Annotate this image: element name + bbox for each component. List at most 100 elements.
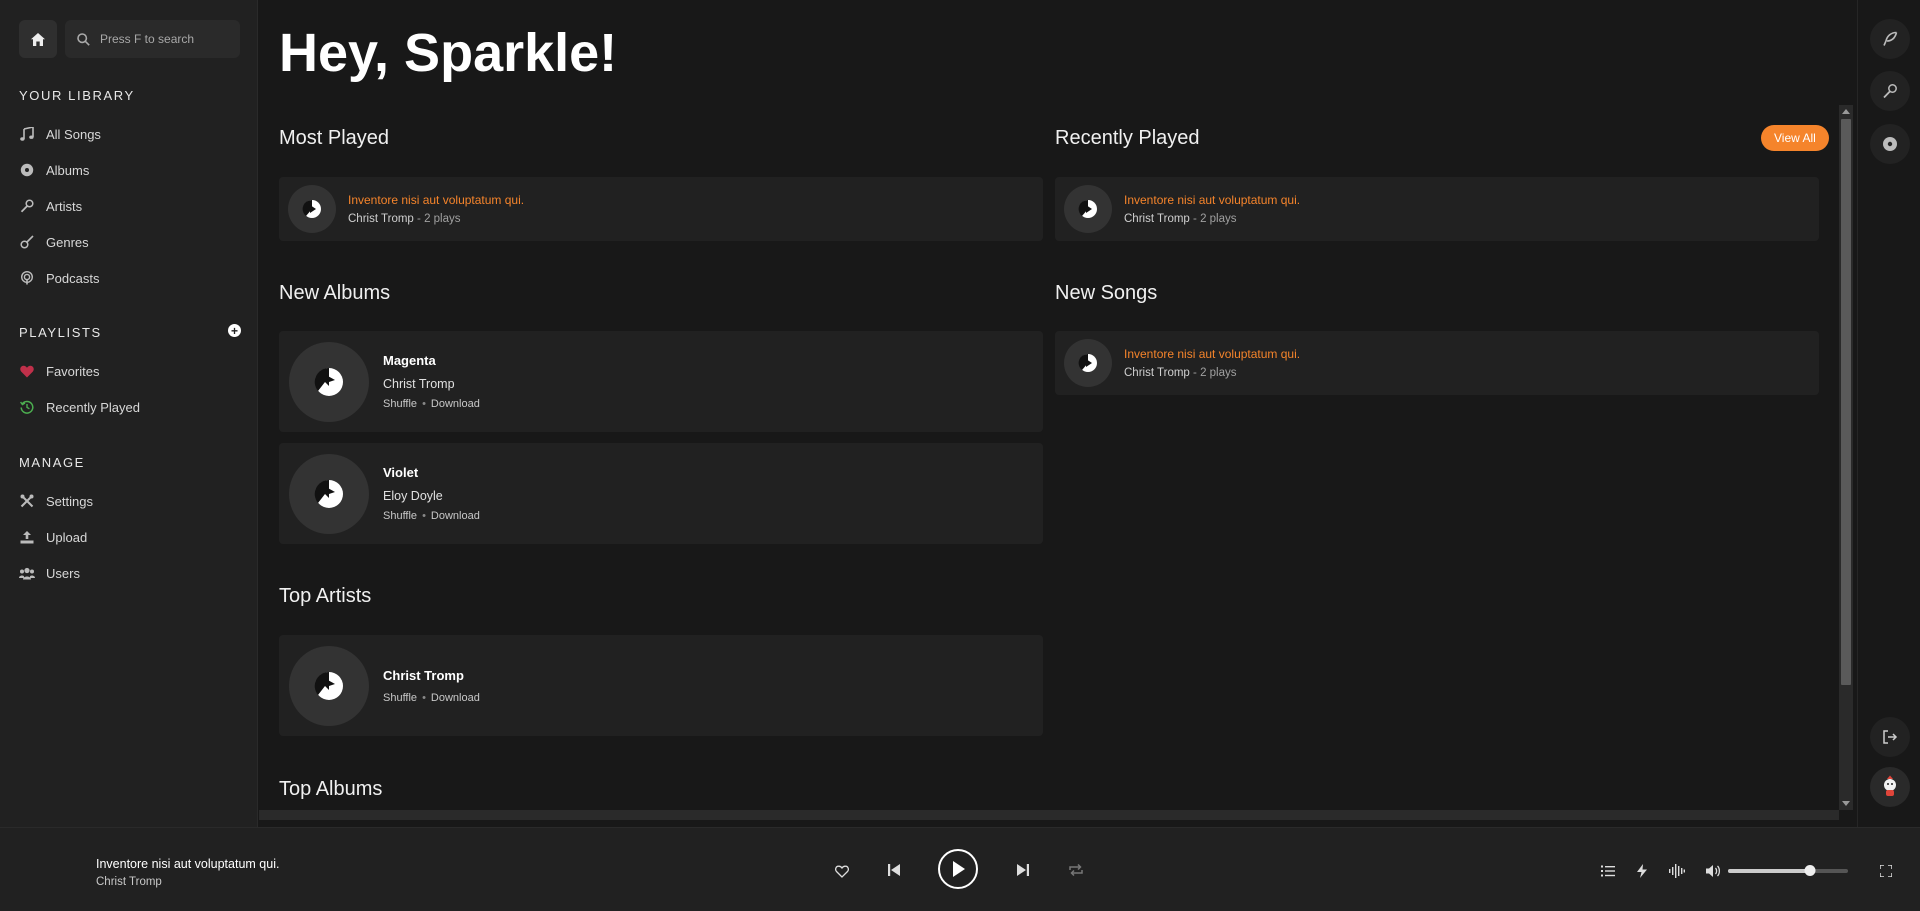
queue-list-icon <box>1601 865 1615 877</box>
mute-button[interactable] <box>1703 861 1723 881</box>
search-box[interactable] <box>65 20 240 58</box>
song-separator: - <box>413 213 425 225</box>
previous-button[interactable] <box>884 860 904 880</box>
album-name[interactable]: Magenta <box>383 353 480 368</box>
heart-icon <box>19 363 35 379</box>
library-heading: YOUR LIBRARY <box>19 88 135 103</box>
home-scroll-area[interactable]: Most Played Inventore nisi aut voluptatu… <box>259 105 1839 810</box>
microphone-icon <box>1883 84 1897 99</box>
volume-knob[interactable] <box>1804 865 1816 876</box>
sidebar-item-all-songs[interactable]: All Songs <box>19 116 239 152</box>
sidebar-item-favorites[interactable]: Favorites <box>19 353 239 389</box>
sidebar-item-genres[interactable]: Genres <box>19 224 239 260</box>
add-playlist-button[interactable]: + <box>228 324 241 337</box>
album-art-icon <box>1078 199 1097 218</box>
right-rail <box>1857 0 1920 827</box>
song-plays: 2 plays <box>424 213 461 225</box>
sidebar-item-users[interactable]: Users <box>19 555 239 591</box>
artist-info: Christ Tromp Shuffle • Download <box>383 668 480 704</box>
main-content: Hey, Sparkle! Most Played Inventore nisi… <box>259 0 1856 827</box>
heart-outline-icon <box>835 865 849 878</box>
song-title[interactable]: Inventore nisi aut voluptatum qui. <box>1124 347 1300 361</box>
song-thumbnail <box>1064 339 1112 387</box>
microphone-icon <box>19 198 35 214</box>
song-card[interactable]: Inventore nisi aut voluptatum qui. Chris… <box>1055 331 1819 395</box>
horizontal-scrollbar[interactable] <box>259 810 1839 820</box>
sidebar-item-podcasts[interactable]: Podcasts <box>19 260 239 296</box>
view-all-button[interactable]: View All <box>1761 125 1829 151</box>
sidebar-top <box>19 20 240 58</box>
search-input[interactable] <box>100 32 220 46</box>
album-art-icon <box>314 367 343 396</box>
visualizer-button[interactable] <box>1667 861 1687 881</box>
volume-icon <box>1706 865 1721 877</box>
song-card[interactable]: Inventore nisi aut voluptatum qui. Chris… <box>1055 177 1819 241</box>
user-avatar[interactable] <box>1870 767 1910 807</box>
fullscreen-button[interactable] <box>1876 861 1896 881</box>
fullscreen-icon <box>1880 865 1892 877</box>
download-link[interactable]: Download <box>431 510 480 522</box>
artist-name[interactable]: Christ Tromp <box>383 668 480 683</box>
song-thumbnail <box>288 185 336 233</box>
queue-button[interactable] <box>1598 861 1618 881</box>
page-title: Hey, Sparkle! <box>279 23 618 83</box>
vertical-scrollbar[interactable] <box>1839 105 1853 810</box>
music-note-icon <box>19 126 35 142</box>
album-name[interactable]: Violet <box>383 465 480 480</box>
scrollbar-thumb[interactable] <box>1841 119 1851 685</box>
play-button[interactable] <box>938 849 978 889</box>
lyrics-button[interactable] <box>1870 19 1910 59</box>
next-button[interactable] <box>1013 860 1033 880</box>
logout-button[interactable] <box>1870 717 1910 757</box>
song-title[interactable]: Inventore nisi aut voluptatum qui. <box>348 193 524 207</box>
sidebar-item-settings[interactable]: Settings <box>19 483 239 519</box>
song-artist[interactable]: Christ Tromp <box>348 213 414 225</box>
sidebar-item-recently-played[interactable]: Recently Played <box>19 389 239 425</box>
album-art-icon <box>302 199 321 218</box>
now-playing-title[interactable]: Inventore nisi aut voluptatum qui. <box>96 857 279 871</box>
logout-icon <box>1883 730 1898 744</box>
manage-nav: Settings Upload Users <box>19 483 239 591</box>
home-icon <box>31 32 45 46</box>
song-plays: 2 plays <box>1200 367 1237 379</box>
sidebar-item-artists[interactable]: Artists <box>19 188 239 224</box>
playlists-heading: PLAYLISTS <box>19 325 102 340</box>
skip-forward-icon <box>1017 864 1029 876</box>
player-bar: Inventore nisi aut voluptatum qui. Chris… <box>0 827 1920 911</box>
shuffle-link[interactable]: Shuffle <box>383 510 417 522</box>
volume-slider[interactable] <box>1728 865 1848 876</box>
repeat-icon <box>1069 863 1083 877</box>
shuffle-link[interactable]: Shuffle <box>383 398 417 410</box>
like-button[interactable] <box>832 861 852 881</box>
now-playing-artist[interactable]: Christ Tromp <box>96 876 162 888</box>
repeat-button[interactable] <box>1066 860 1086 880</box>
app: YOUR LIBRARY All Songs Albums Artists <box>0 0 1920 911</box>
song-plays: 2 plays <box>1200 213 1237 225</box>
sidebar-item-upload[interactable]: Upload <box>19 519 239 555</box>
home-button[interactable] <box>19 20 57 58</box>
album-info-button[interactable] <box>1870 124 1910 164</box>
artist-info-button[interactable] <box>1870 71 1910 111</box>
download-link[interactable]: Download <box>431 398 480 410</box>
download-link[interactable]: Download <box>431 692 480 704</box>
random-button[interactable] <box>1632 861 1652 881</box>
artist-card[interactable]: Christ Tromp Shuffle • Download <box>279 635 1043 736</box>
song-artist[interactable]: Christ Tromp <box>1124 213 1190 225</box>
separator-dot: • <box>422 510 426 522</box>
scroll-up-arrow[interactable] <box>1842 109 1850 114</box>
artist-thumbnail <box>289 645 369 726</box>
sidebar-item-label: Upload <box>46 529 88 545</box>
song-meta: Christ Tromp - 2 plays <box>348 213 524 225</box>
album-card[interactable]: Magenta Christ Tromp Shuffle • Download <box>279 331 1043 432</box>
separator-dot: • <box>422 398 426 410</box>
song-title[interactable]: Inventore nisi aut voluptatum qui. <box>1124 193 1300 207</box>
album-info: Violet Eloy Doyle Shuffle • Download <box>383 465 480 522</box>
scroll-down-arrow[interactable] <box>1842 801 1850 806</box>
song-card[interactable]: Inventore nisi aut voluptatum qui. Chris… <box>279 177 1043 241</box>
album-artist[interactable]: Christ Tromp <box>383 377 480 391</box>
album-artist[interactable]: Eloy Doyle <box>383 489 480 503</box>
album-card[interactable]: Violet Eloy Doyle Shuffle • Download <box>279 443 1043 544</box>
song-artist[interactable]: Christ Tromp <box>1124 367 1190 379</box>
shuffle-link[interactable]: Shuffle <box>383 692 417 704</box>
sidebar-item-albums[interactable]: Albums <box>19 152 239 188</box>
